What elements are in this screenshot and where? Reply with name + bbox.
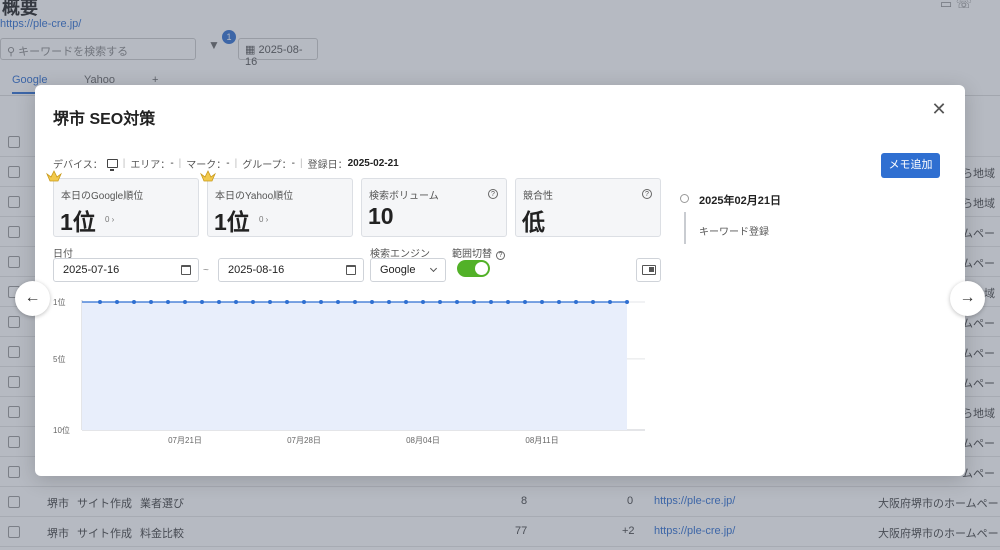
group-label: グループ： <box>242 160 292 171</box>
data-point[interactable] <box>455 300 459 304</box>
data-point[interactable] <box>285 300 289 304</box>
yahoo-rank-change[interactable]: 0 › <box>259 215 268 224</box>
date-to-input[interactable]: 2025-08-16 <box>218 258 364 282</box>
data-point[interactable] <box>149 300 153 304</box>
data-point[interactable] <box>608 300 612 304</box>
range-toggle-label: 範囲切替 <box>452 249 492 260</box>
data-point[interactable] <box>302 300 306 304</box>
search-volume-card: 検索ボリューム ? 10 <box>361 178 507 237</box>
data-point[interactable] <box>200 300 204 304</box>
crown-icon <box>200 170 216 182</box>
chevron-down-icon <box>429 264 438 273</box>
search-engine-select[interactable]: Google <box>370 258 446 282</box>
data-point[interactable] <box>438 300 442 304</box>
close-icon[interactable]: ✕ <box>929 99 949 119</box>
y-tick-label: 5位 <box>53 354 65 364</box>
data-point[interactable] <box>625 300 629 304</box>
data-point[interactable] <box>506 300 510 304</box>
timeline-date: 2025年02月21日 <box>699 195 781 207</box>
yahoo-rank-card: 本日のYahoo順位 1位 0 › <box>200 170 353 237</box>
data-point[interactable] <box>115 300 119 304</box>
area-label: エリア： <box>130 160 171 171</box>
timeline-dot <box>680 194 689 203</box>
panel-icon <box>642 265 656 275</box>
keyword-detail-modal: 堺市 SEO対策 ✕ デバイス： | エリア： - | マーク： - | グルー… <box>35 85 965 476</box>
next-arrow-button[interactable]: → <box>950 281 985 316</box>
data-point[interactable] <box>98 300 102 304</box>
google-rank-card: 本日のGoogle順位 1位 0 › <box>46 170 199 237</box>
calendar-icon[interactable] <box>346 265 356 275</box>
date-from-input[interactable]: 2025-07-16 <box>53 258 199 282</box>
google-rank-label: 本日のGoogle順位 <box>61 191 144 202</box>
range-toggle[interactable] <box>457 260 490 277</box>
x-tick-label: 07月21日 <box>168 436 202 445</box>
data-point[interactable] <box>251 300 255 304</box>
date-range-separator: ~ <box>203 265 209 276</box>
add-memo-button[interactable]: メモ追加 <box>881 153 940 178</box>
data-point[interactable] <box>234 300 238 304</box>
side-panel-toggle-button[interactable] <box>636 258 661 282</box>
data-point[interactable] <box>591 300 595 304</box>
data-point[interactable] <box>540 300 544 304</box>
competition-value: 低 <box>522 209 545 235</box>
data-point[interactable] <box>421 300 425 304</box>
data-point[interactable] <box>183 300 187 304</box>
registered-date: 2025-02-21 <box>347 158 399 169</box>
data-point[interactable] <box>132 300 136 304</box>
competition-card: 競合性 ? 低 <box>515 178 661 237</box>
device-label: デバイス： <box>53 160 103 171</box>
y-tick-label: 1位 <box>53 297 65 307</box>
modal-title: 堺市 SEO対策 <box>53 111 156 128</box>
range-toggle-label-wrap: 範囲切替? <box>452 245 505 260</box>
area-value: - <box>170 158 174 169</box>
x-tick-label: 08月11日 <box>525 436 558 445</box>
series-area <box>82 302 627 430</box>
data-point[interactable] <box>336 300 340 304</box>
data-point[interactable] <box>574 300 578 304</box>
data-point[interactable] <box>489 300 493 304</box>
data-point[interactable] <box>523 300 527 304</box>
calendar-icon[interactable] <box>181 265 191 275</box>
data-point[interactable] <box>557 300 561 304</box>
help-icon[interactable]: ? <box>642 189 652 199</box>
data-point[interactable] <box>472 300 476 304</box>
timeline-event: キーワード登録 <box>699 227 769 238</box>
keyword-meta: デバイス： | エリア： - | マーク： - | グループ： - | 登録日：… <box>53 158 399 171</box>
google-rank-value: 1位 <box>60 209 96 235</box>
prev-arrow-button[interactable]: ← <box>15 281 50 316</box>
yahoo-rank-label: 本日のYahoo順位 <box>215 191 294 202</box>
rank-history-chart: 1位 5位 10位 07月21日 07月28日 08月04日 08月11日 <box>53 297 645 445</box>
search-volume-value: 10 <box>368 203 394 229</box>
data-point[interactable] <box>268 300 272 304</box>
date-from-value: 2025-07-16 <box>63 264 120 276</box>
x-tick-label: 07月28日 <box>287 436 321 445</box>
help-icon[interactable]: ? <box>488 189 498 199</box>
help-icon[interactable]: ? <box>496 251 505 260</box>
data-point[interactable] <box>166 300 170 304</box>
mark-value: - <box>226 158 230 169</box>
data-point[interactable] <box>319 300 323 304</box>
registered-label: 登録日： <box>307 160 348 171</box>
data-point[interactable] <box>404 300 408 304</box>
search-volume-label: 検索ボリューム <box>369 191 439 202</box>
yahoo-rank-value: 1位 <box>214 209 250 235</box>
search-engine-value: Google <box>380 264 416 276</box>
mark-label: マーク： <box>186 160 227 171</box>
competition-label: 競合性 <box>523 191 553 202</box>
desktop-icon <box>106 159 118 171</box>
data-point[interactable] <box>217 300 221 304</box>
data-point[interactable] <box>387 300 391 304</box>
crown-icon <box>46 170 62 182</box>
y-tick-label: 10位 <box>53 425 70 435</box>
data-point[interactable] <box>353 300 357 304</box>
timeline-line <box>684 212 686 244</box>
x-tick-label: 08月04日 <box>406 436 440 445</box>
toggle-knob <box>475 262 488 275</box>
data-point[interactable] <box>370 300 374 304</box>
group-value: - <box>291 158 295 169</box>
google-rank-change[interactable]: 0 › <box>105 215 114 224</box>
date-to-value: 2025-08-16 <box>228 264 285 276</box>
